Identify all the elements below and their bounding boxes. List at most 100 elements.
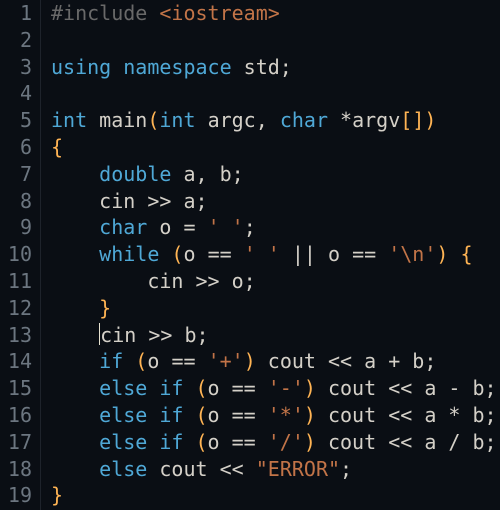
code-token: == xyxy=(232,430,268,454)
code-token: ; xyxy=(244,269,256,293)
code-token: ; xyxy=(340,457,352,481)
line-number: 15 xyxy=(4,375,32,402)
code-token xyxy=(51,242,99,266)
code-token: b xyxy=(473,376,485,400)
code-token: >> xyxy=(148,323,184,347)
code-line[interactable]: if (o == '+') cout << a + b; xyxy=(51,348,497,375)
code-token: o xyxy=(328,242,352,266)
code-token: ( xyxy=(135,349,147,373)
code-line[interactable] xyxy=(51,80,497,107)
code-token: cout xyxy=(159,457,219,481)
code-token: ) xyxy=(436,242,448,266)
code-token: o xyxy=(208,430,232,454)
code-token: else if xyxy=(99,430,195,454)
code-token: + xyxy=(388,349,412,373)
code-token: o xyxy=(183,242,207,266)
code-token: cout xyxy=(316,376,388,400)
code-token: { xyxy=(51,135,63,159)
code-token: else if xyxy=(99,376,195,400)
code-token: ) xyxy=(304,403,316,427)
code-token: ( xyxy=(171,242,183,266)
code-token: ; xyxy=(197,323,209,347)
code-token: ) xyxy=(304,376,316,400)
line-number: 4 xyxy=(4,80,32,107)
code-token: >> xyxy=(196,269,232,293)
line-number: 13 xyxy=(4,322,32,349)
code-token: ( xyxy=(196,376,208,400)
code-area[interactable]: #include <iostream> using namespace std; i… xyxy=(41,0,497,510)
code-token xyxy=(51,215,99,239)
line-number: 18 xyxy=(4,456,32,483)
code-token: , xyxy=(256,108,280,132)
code-token: o xyxy=(208,403,232,427)
code-token: / xyxy=(448,430,472,454)
code-token: ; xyxy=(485,430,497,454)
code-token: = xyxy=(183,215,207,239)
code-token: b xyxy=(473,403,485,427)
code-token: a xyxy=(183,162,195,186)
code-line[interactable]: cin >> a; xyxy=(51,188,497,215)
code-line[interactable]: cin >> o; xyxy=(51,268,497,295)
code-token xyxy=(51,189,99,213)
code-line[interactable]: else if (o == '/') cout << a / b; xyxy=(51,429,497,456)
code-token: argc xyxy=(208,108,256,132)
code-token: a xyxy=(364,349,388,373)
code-token: } xyxy=(51,483,63,507)
code-token: cout xyxy=(316,403,388,427)
code-token: == xyxy=(232,376,268,400)
line-number: 12 xyxy=(4,295,32,322)
code-line[interactable]: else cout << "ERROR"; xyxy=(51,456,497,483)
code-line[interactable]: } xyxy=(51,482,497,509)
code-token: == xyxy=(171,349,207,373)
line-number: 16 xyxy=(4,402,32,429)
code-token: b xyxy=(473,430,485,454)
code-token xyxy=(51,349,99,373)
code-line[interactable]: { xyxy=(51,134,497,161)
code-token: ; xyxy=(232,162,244,186)
code-token: ; xyxy=(424,349,436,373)
code-token: a xyxy=(424,376,448,400)
line-number: 7 xyxy=(4,161,32,188)
line-number: 17 xyxy=(4,429,32,456)
code-token xyxy=(51,403,99,427)
code-line[interactable]: int main(int argc, char *argv[]) xyxy=(51,107,497,134)
code-line[interactable]: cin >> b; xyxy=(51,322,497,349)
code-token: double xyxy=(99,162,183,186)
line-number: 9 xyxy=(4,214,32,241)
code-token: ' ' xyxy=(208,215,244,239)
code-line[interactable]: #include <iostream> xyxy=(51,0,497,27)
code-token: int xyxy=(159,108,207,132)
line-number: 1 xyxy=(4,0,32,27)
code-line[interactable]: double a, b; xyxy=(51,161,497,188)
code-token: ; xyxy=(196,189,208,213)
code-token: - xyxy=(448,376,472,400)
code-token: b xyxy=(184,323,196,347)
code-token: ) xyxy=(304,430,316,454)
code-editor[interactable]: 12345678910111213141516171819 #include <… xyxy=(0,0,500,510)
code-token: << xyxy=(388,403,424,427)
line-number: 11 xyxy=(4,268,32,295)
code-line[interactable]: using namespace std; xyxy=(51,54,497,81)
code-token: char xyxy=(99,215,159,239)
code-token: << xyxy=(388,376,424,400)
code-line[interactable] xyxy=(51,27,497,54)
code-line[interactable]: char o = ' '; xyxy=(51,214,497,241)
code-token: { xyxy=(448,242,472,266)
code-token: || xyxy=(280,242,328,266)
code-line[interactable]: while (o == ' ' || o == '\n') { xyxy=(51,241,497,268)
code-token: ( xyxy=(196,403,208,427)
code-line[interactable]: } xyxy=(51,295,497,322)
line-number: 5 xyxy=(4,107,32,134)
code-line[interactable]: else if (o == '-') cout << a - b; xyxy=(51,375,497,402)
code-token xyxy=(51,162,99,186)
line-number: 19 xyxy=(4,482,32,509)
code-token xyxy=(51,430,99,454)
line-number: 14 xyxy=(4,348,32,375)
code-token: #include xyxy=(51,1,159,25)
code-line[interactable]: else if (o == '*') cout << a * b; xyxy=(51,402,497,429)
code-token: >> xyxy=(147,189,183,213)
code-token: <iostream> xyxy=(159,1,279,25)
code-token: b xyxy=(412,349,424,373)
code-token: << xyxy=(220,457,256,481)
code-token: cout xyxy=(256,349,328,373)
